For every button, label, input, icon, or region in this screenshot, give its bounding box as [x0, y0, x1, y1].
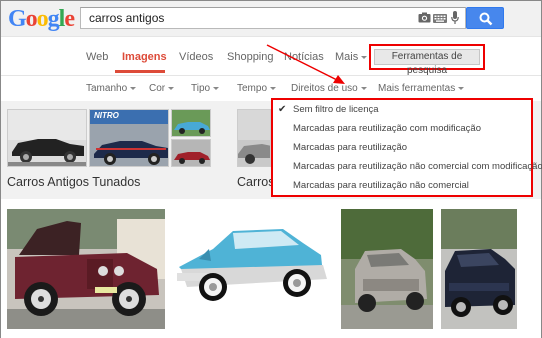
search-tabs: Web Imagens Vídeos Shopping Notícias Mai…	[1, 37, 541, 76]
related-thumbnail[interactable]	[171, 139, 211, 167]
related-thumbnail[interactable]: NITRO	[89, 109, 169, 167]
chevron-down-icon	[270, 86, 277, 90]
filter-usage-rights-label: Direitos de uso	[291, 83, 358, 94]
checkmark-icon: ✔	[278, 104, 287, 115]
header: Google	[1, 1, 541, 37]
tab-videos[interactable]: Vídeos	[179, 51, 213, 63]
usage-rights-option[interactable]: Marcadas para reutilização não comercial…	[293, 161, 542, 172]
search-tools-button[interactable]: Ferramentas de pesquisa	[374, 49, 480, 76]
search-button[interactable]	[466, 7, 504, 29]
tab-news[interactable]: Notícias	[284, 51, 324, 63]
keyboard-icon[interactable]	[433, 14, 447, 23]
filter-usage-rights[interactable]: Direitos de uso	[291, 83, 367, 94]
active-tab-indicator	[115, 70, 165, 73]
logo-letter: g	[47, 6, 60, 32]
chevron-down-icon	[361, 55, 368, 59]
image-results	[1, 199, 541, 338]
related-thumbnail[interactable]	[7, 109, 87, 167]
tab-more[interactable]: Mais	[335, 51, 368, 63]
image-result[interactable]	[341, 209, 433, 329]
search-tools-highlight: Ferramentas de pesquisa	[369, 44, 485, 76]
chevron-down-icon	[213, 86, 220, 90]
filter-size-label: Tamanho	[86, 83, 128, 94]
image-result[interactable]	[441, 209, 517, 329]
filter-color-label: Cor	[149, 83, 166, 94]
result-image	[441, 209, 517, 329]
microphone-icon[interactable]	[451, 11, 459, 25]
image-result[interactable]	[7, 209, 165, 329]
chevron-down-icon	[458, 86, 465, 90]
tab-shopping[interactable]: Shopping	[227, 51, 274, 63]
chevron-down-icon	[130, 86, 137, 90]
thumbnail-logo-text: NITRO	[94, 111, 119, 120]
filter-type-label: Tipo	[191, 83, 211, 94]
filter-type[interactable]: Tipo	[191, 83, 220, 94]
filter-more-tools-label: Mais ferramentas	[378, 83, 456, 94]
filter-time-label: Tempo	[237, 83, 268, 94]
search-input[interactable]	[89, 11, 409, 25]
search-box	[80, 7, 466, 29]
related-caption[interactable]: Carros	[237, 175, 275, 189]
related-caption[interactable]: Carros Antigos Tunados	[7, 175, 140, 189]
usage-rights-option[interactable]: Marcadas para reutilização	[293, 142, 407, 153]
result-image	[173, 209, 333, 329]
image-result[interactable]	[173, 209, 333, 329]
usage-rights-option[interactable]: Marcadas para reutilização não comercial	[293, 180, 469, 191]
filter-color[interactable]: Cor	[149, 83, 175, 94]
camera-icon[interactable]	[418, 12, 431, 23]
logo-letter: o	[25, 6, 38, 32]
filter-size[interactable]: Tamanho	[86, 83, 137, 94]
google-logo[interactable]: Google	[8, 6, 75, 32]
filter-time[interactable]: Tempo	[237, 83, 277, 94]
usage-rights-option[interactable]: Sem filtro de licença	[293, 104, 379, 115]
search-icon	[479, 12, 493, 26]
divider	[1, 75, 541, 76]
logo-letter: G	[8, 6, 27, 32]
chevron-down-icon	[168, 86, 175, 90]
result-image	[341, 209, 433, 329]
filter-more-tools[interactable]: Mais ferramentas	[378, 83, 465, 94]
chevron-down-icon	[360, 86, 367, 90]
tab-images[interactable]: Imagens	[122, 51, 167, 63]
usage-rights-dropdown: ✔ Sem filtro de licença Marcadas para re…	[271, 98, 542, 197]
related-thumbnail[interactable]	[237, 109, 271, 167]
related-thumbnail[interactable]	[171, 109, 211, 137]
usage-rights-option[interactable]: Marcadas para reutilização com modificaç…	[293, 123, 481, 134]
logo-letter: e	[64, 6, 75, 32]
tab-web[interactable]: Web	[86, 51, 108, 63]
logo-letter: o	[36, 6, 49, 32]
result-image	[7, 209, 165, 329]
tab-more-label: Mais	[335, 51, 359, 63]
